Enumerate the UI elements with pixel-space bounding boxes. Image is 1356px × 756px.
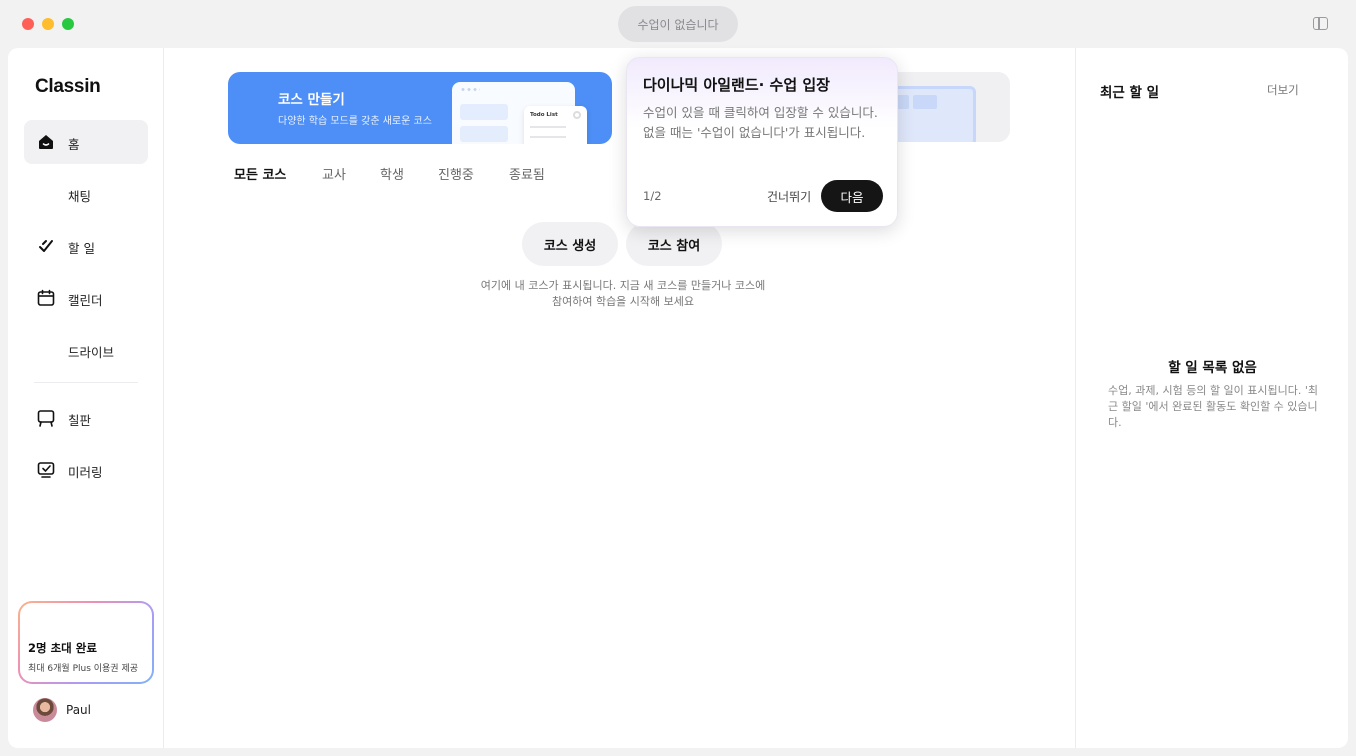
- sidebar-item-label: 미러링: [68, 465, 103, 480]
- sidebar-item-calendar[interactable]: 캘린더: [24, 276, 148, 320]
- invite-reward-card[interactable]: 2명 초대 완료 최대 6개월 Plus 이용권 제공: [18, 601, 154, 684]
- tab-ended[interactable]: 종료됨: [509, 164, 545, 183]
- recent-todo-panel: 최근 할 일 더보기 할 일 목록 없음 수업, 과제, 시험 등의 할 일이 …: [1075, 48, 1348, 748]
- sidebar-item-label: 채팅: [68, 189, 92, 204]
- sidebar-divider: [34, 382, 138, 383]
- empty-hint-line-2: 참여하여 학습을 시작해 보세요: [551, 295, 695, 308]
- drive-icon: [36, 340, 56, 360]
- empty-todo-text: 수업, 과제, 시험 등의 할 일이 표시됩니다. '최근 할일 '에서 완료된…: [1108, 384, 1319, 429]
- create-course-banner[interactable]: 코스 만들기 다양한 학습 모드를 갖춘 새로운 코스 Todo List: [228, 72, 612, 144]
- avatar: [33, 698, 57, 722]
- sidebar-item-blackboard[interactable]: 칠판: [24, 396, 148, 440]
- skip-button[interactable]: 건너뛰기: [767, 188, 811, 205]
- tooltip-body: 수업이 있을 때 클릭하여 입장할 수 있습니다. 없을 때는 '수업이 없습니…: [643, 105, 878, 140]
- dynamic-island-class-status[interactable]: 수업이 없습니다: [618, 6, 738, 42]
- sidebar-item-home[interactable]: 홈: [24, 120, 148, 164]
- home-icon: [39, 135, 53, 149]
- tab-in-progress[interactable]: 진행중: [438, 164, 474, 183]
- user-name: Paul: [66, 703, 91, 717]
- invite-subtitle: 최대 6개월 Plus 이용권 제공: [28, 664, 139, 674]
- panel-toggle-icon[interactable]: [1313, 17, 1328, 30]
- sidebar-item-drive[interactable]: 드라이브: [24, 328, 148, 372]
- close-window-button[interactable]: [22, 18, 34, 30]
- chat-icon: [36, 184, 56, 204]
- banner-subtitle: 다양한 학습 모드를 갖춘 새로운 코스: [278, 116, 432, 127]
- maximize-window-button[interactable]: [62, 18, 74, 30]
- banner-illustration-todo: Todo List: [524, 106, 587, 144]
- banner-title: 코스 만들기: [278, 92, 345, 108]
- empty-todo-title: 할 일 목록 없음: [1168, 360, 1257, 376]
- next-button[interactable]: 다음: [821, 180, 883, 212]
- invite-title: 2명 초대 완료: [28, 641, 97, 655]
- tab-student[interactable]: 학생: [380, 164, 404, 183]
- sidebar-item-label: 드라이브: [68, 345, 115, 360]
- join-course-button[interactable]: 코스 참여: [626, 222, 722, 266]
- classin-logo: Classin: [35, 76, 101, 97]
- sidebar-item-label: 홈: [68, 137, 80, 152]
- onboarding-tooltip: 다이나믹 아일랜드· 수업 입장 수업이 있을 때 클릭하여 입장할 수 있습니…: [626, 57, 898, 227]
- see-more-link[interactable]: 더보기: [1267, 82, 1299, 98]
- empty-hint-line-1: 여기에 내 코스가 표시됩니다. 지금 새 코스를 만들거나 코스에: [480, 279, 766, 292]
- minimize-window-button[interactable]: [42, 18, 54, 30]
- blackboard-icon: [37, 410, 55, 427]
- tooltip-title: 다이나믹 아일랜드· 수업 입장: [643, 76, 830, 94]
- sidebar-item-todo[interactable]: 할 일: [24, 224, 148, 268]
- create-course-button[interactable]: 코스 생성: [522, 222, 618, 266]
- empty-courses-hint: 여기에 내 코스가 표시됩니다. 지금 새 코스를 만들거나 코스에 참여하여 …: [448, 278, 798, 310]
- sidebar-item-label: 칠판: [68, 413, 92, 428]
- sidebar: Classin 홈 채팅 할 일 캘린더 드라이브 칠판 미러링 2명 초대 완…: [8, 48, 164, 748]
- calendar-icon: [37, 289, 55, 306]
- mirroring-icon: [37, 462, 55, 478]
- tab-teacher[interactable]: 교사: [322, 164, 346, 183]
- sidebar-item-chat[interactable]: 채팅: [24, 172, 148, 216]
- title-bar: 수업이 없습니다: [0, 0, 1356, 48]
- sidebar-item-label: 할 일: [68, 241, 95, 256]
- todo-list-label: Todo List: [530, 112, 558, 118]
- recent-todo-title: 최근 할 일: [1100, 85, 1160, 101]
- sidebar-item-label: 캘린더: [68, 293, 103, 308]
- invite-card-body: 2명 초대 완료 최대 6개월 Plus 이용권 제공: [20, 603, 152, 682]
- user-profile[interactable]: Paul: [33, 698, 153, 724]
- tab-all-courses[interactable]: 모든 코스: [234, 164, 286, 183]
- tooltip-step-counter: 1/2: [643, 189, 662, 203]
- sidebar-item-mirroring[interactable]: 미러링: [24, 448, 148, 492]
- todo-icon: [39, 240, 53, 252]
